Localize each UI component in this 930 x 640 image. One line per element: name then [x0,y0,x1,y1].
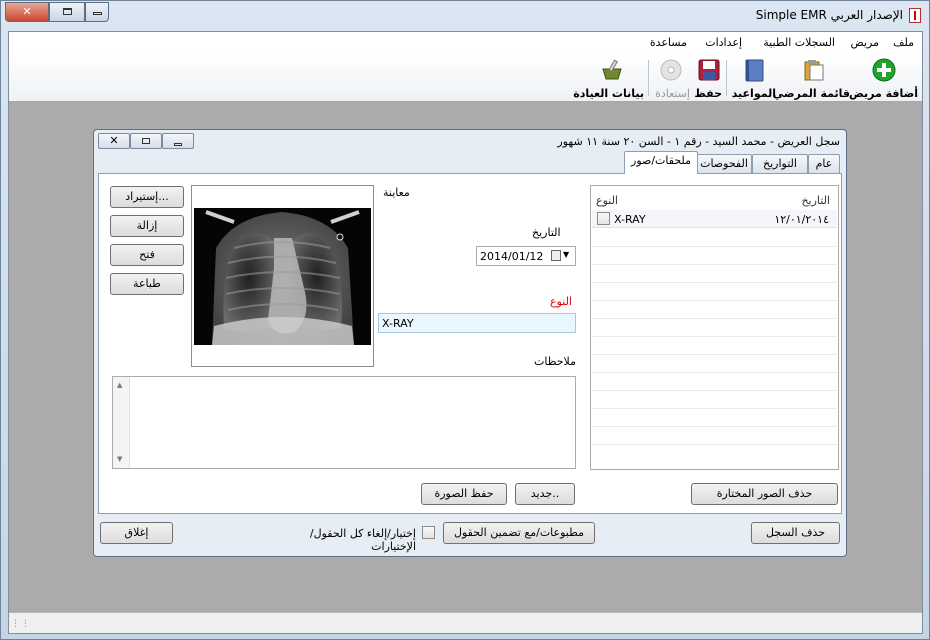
date-label: التاريخ [532,226,561,239]
notes-textarea[interactable]: ▲ ▼ [112,376,576,469]
row-divider [592,336,837,337]
window-maximize-button[interactable] [49,2,85,22]
floppy-disk-icon [698,59,720,81]
scroll-up-icon[interactable]: ▲ [117,381,122,389]
tab-examinations[interactable]: الفحوصات [696,154,752,173]
save-button[interactable]: حفظ [694,56,722,100]
toolbar-separator [726,60,727,96]
restore-button[interactable]: إستعادة [652,56,690,100]
maximize-icon [62,8,72,15]
remove-button[interactable]: إزالة [110,215,184,237]
row-divider [592,354,837,355]
new-button[interactable]: جديد.. [515,483,575,505]
xray-image [194,208,371,345]
delete-selected-images-button[interactable]: حذف الصور المختارة [691,483,838,505]
row-divider [592,264,837,265]
add-plus-icon [872,58,896,82]
window-close-button[interactable]: ✕ [5,2,49,22]
menu-patient[interactable]: مريض [851,36,880,49]
row-divider [592,390,837,391]
scroll-down-icon[interactable]: ▼ [117,455,122,463]
row-divider [592,372,837,373]
image-preview [191,185,374,367]
tab-general[interactable]: عام [808,154,840,173]
select-all-checkbox[interactable] [422,526,435,539]
calendar-icon[interactable] [551,250,561,261]
notes-label: ملاحظات [534,355,576,368]
disc-icon [660,59,682,81]
row-date: ١٢/٠١/٢٠١٤ [774,213,829,226]
minimize-icon [174,143,182,146]
table-row[interactable]: ١٢/٠١/٢٠١٤ X-RAY [592,210,837,228]
clinic-data-button[interactable]: بيانات العيادة [573,56,644,100]
row-divider [592,300,837,301]
add-patient-button[interactable]: أضافة مريض [849,56,918,100]
notes-scrollbar[interactable]: ▲ ▼ [113,377,130,468]
app-thermometer-icon [909,8,921,23]
record-maximize-button[interactable] [130,133,162,149]
import-button[interactable]: إستيراد... [110,186,184,208]
preview-label: معاينة [383,186,410,199]
minimize-icon [92,12,102,15]
row-divider [592,444,837,445]
menu-medical-records[interactable]: السجلات الطبية [763,36,835,49]
status-bar: ⋮⋮ [9,612,922,633]
save-image-button[interactable]: حفظ الصورة [421,483,507,505]
row-divider [592,246,837,247]
maximize-icon [142,138,150,144]
attachments-panel: التاريخ النوع ١٢/٠١/٢٠١٤ X-RAY حذف الصور… [98,173,842,514]
patient-record-window: ✕ سجل العريض - محمد السيد - رقم ١ - السن… [93,129,847,557]
mortar-pestle-icon [602,59,622,80]
record-close-button[interactable]: ✕ [98,133,130,149]
resize-grip-icon[interactable]: ⋮⋮ [11,619,31,629]
col-header-date[interactable]: التاريخ [801,194,830,207]
row-divider [592,282,837,283]
type-label: النوع [550,295,572,308]
print-with-fields-button[interactable]: مطبوعات/مع تضمين الحقول [443,522,595,544]
toolbar: أضافة مريض قائمة المرضي المواعيد حفظ إست… [9,54,922,102]
record-minimize-button[interactable] [162,133,194,149]
patient-list-button[interactable]: قائمة المرضي [773,56,850,100]
main-window: ✕ الإصدار العربي Simple EMR ملف مريض الس… [0,0,930,640]
menu-help[interactable]: مساعدة [650,36,687,49]
col-header-type[interactable]: النوع [596,194,618,207]
window-minimize-button[interactable] [85,2,109,22]
menu-bar: ملف مريض السجلات الطبية إعدادات مساعدة [9,32,922,54]
type-input[interactable] [378,313,576,333]
date-picker[interactable]: 2014/01/12 ▼ [476,246,576,266]
title-bar: ✕ الإصدار العربي Simple EMR [1,1,929,31]
row-divider [592,408,837,409]
menu-settings[interactable]: إعدادات [705,36,742,49]
row-checkbox[interactable] [597,212,610,225]
window-title: الإصدار العربي Simple EMR [755,8,903,22]
row-divider [592,318,837,319]
row-divider [592,426,837,427]
attachments-list[interactable]: التاريخ النوع ١٢/٠١/٢٠١٤ X-RAY [590,185,839,470]
open-button[interactable]: فتح [110,244,184,266]
clipboard-icon [804,60,824,81]
print-button[interactable]: طباعة [110,273,184,295]
tab-attachments-images[interactable]: ملحقات/صور [624,151,698,174]
menu-file[interactable]: ملف [893,36,914,49]
close-record-button[interactable]: إغلاق [100,522,173,544]
row-type: X-RAY [614,213,646,226]
tab-histories[interactable]: التواريخ [752,154,808,173]
appointments-button[interactable]: المواعيد [730,56,776,100]
chest-xray-picture [194,208,371,345]
select-all-label: إختيار/إلغاء كل الحقول/الإختيارات [309,527,416,553]
chevron-down-icon[interactable]: ▼ [563,250,569,259]
toolbar-separator [648,60,649,96]
date-value: 2014/01/12 [480,250,544,263]
book-icon [745,59,764,82]
record-title: سجل العريض - محمد السيد - رقم ١ - السن ٢… [557,135,840,148]
delete-record-button[interactable]: حذف السجل [751,522,840,544]
